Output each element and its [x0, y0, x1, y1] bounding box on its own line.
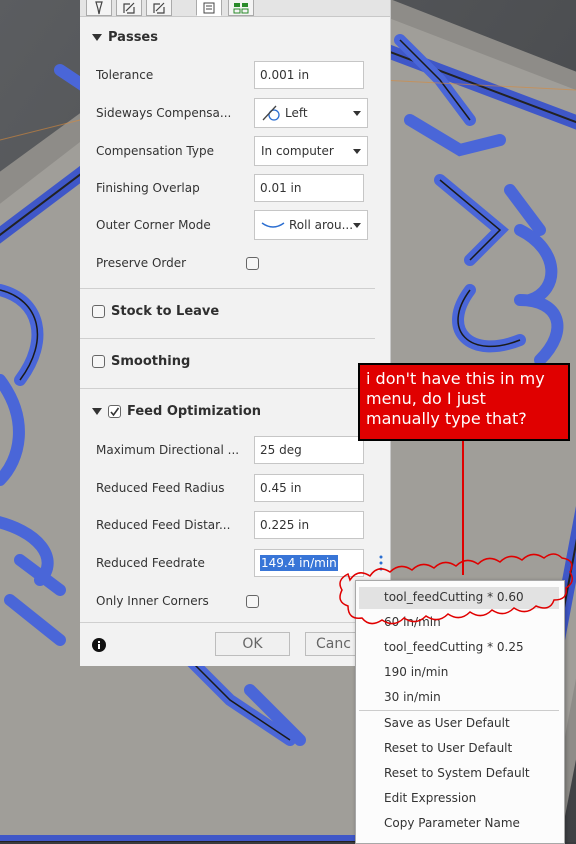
heights-icon — [153, 2, 165, 14]
sideways-label: Sideways Compensa... — [96, 106, 232, 120]
stock-to-leave-label: Stock to Leave — [111, 304, 220, 319]
chevron-down-icon — [353, 149, 361, 154]
comp-type-select[interactable]: In computer — [254, 136, 368, 166]
stock-to-leave-header[interactable]: Stock to Leave — [92, 304, 219, 319]
info-icon[interactable] — [92, 638, 106, 652]
max-directional-input[interactable]: 25 deg — [254, 436, 364, 464]
copy-parameter-name-item[interactable]: Copy Parameter Name — [384, 816, 520, 830]
tolerance-row: Tolerance 0.001 in — [96, 59, 390, 91]
geometry-tab[interactable] — [116, 0, 142, 16]
save-as-user-default-item[interactable]: Save as User Default — [384, 716, 510, 730]
edit-expression-item[interactable]: Edit Expression — [384, 791, 476, 805]
finishing-overlap-label: Finishing Overlap — [96, 181, 200, 195]
reduced-feedrate-input[interactable]: 149.4 in/min — [254, 549, 364, 577]
finishing-overlap-row: Finishing Overlap 0.01 in — [96, 172, 390, 204]
chevron-down-icon — [353, 223, 361, 228]
menu-item[interactable]: 60 in/min — [384, 615, 441, 629]
divider — [80, 288, 375, 289]
comp-type-label: Compensation Type — [96, 144, 214, 158]
annotation-leader-line — [462, 441, 464, 575]
ok-button[interactable]: OK — [215, 632, 290, 656]
reduced-feed-distance-label: Reduced Feed Distar... — [96, 518, 231, 532]
annotation-note: i don't have this in my menu, do I just … — [358, 363, 570, 441]
tolerance-input[interactable]: 0.001 in — [254, 61, 364, 89]
reset-to-system-default-item[interactable]: Reset to System Default — [384, 766, 530, 780]
outer-corner-label: Outer Corner Mode — [96, 218, 211, 232]
reduced-feed-distance-input[interactable]: 0.225 in — [254, 511, 364, 539]
finishing-overlap-input[interactable]: 0.01 in — [254, 174, 364, 202]
operation-panel: Passes Tolerance 0.001 in Sideways Compe… — [80, 0, 391, 666]
preserve-order-row: Preserve Order — [96, 247, 390, 279]
comp-type-value: In computer — [261, 144, 334, 158]
only-inner-corners-checkbox[interactable] — [246, 594, 259, 608]
divider — [80, 338, 375, 339]
linking-tab[interactable] — [228, 0, 254, 16]
menu-item[interactable]: tool_feedCutting * 0.60 — [384, 590, 524, 604]
collapse-triangle-icon — [92, 408, 102, 415]
reduced-feed-radius-label: Reduced Feed Radius — [96, 481, 225, 495]
max-directional-row: Maximum Directional ... 25 deg — [96, 434, 390, 466]
parameter-context-menu: tool_feedCutting * 0.60 60 in/min tool_f… — [355, 580, 565, 844]
more-options-icon[interactable] — [378, 555, 384, 571]
only-inner-corners-row: Only Inner Corners — [96, 585, 390, 617]
reduced-feed-radius-input[interactable]: 0.45 in — [254, 474, 364, 502]
feed-optimization-label: Feed Optimization — [127, 404, 262, 419]
geometry-icon — [123, 2, 135, 14]
tool-tab[interactable] — [86, 0, 112, 16]
reduced-feedrate-label: Reduced Feedrate — [96, 556, 205, 570]
reduced-feed-distance-row: Reduced Feed Distar... 0.225 in — [96, 509, 390, 541]
outer-corner-value: Roll arou... — [289, 218, 354, 232]
preserve-order-label: Preserve Order — [96, 256, 187, 270]
reduced-feed-radius-row: Reduced Feed Radius 0.45 in — [96, 472, 390, 504]
sideways-select[interactable]: Left — [254, 98, 368, 128]
feed-optimization-checkbox[interactable] — [108, 405, 121, 418]
roll-around-icon — [261, 222, 285, 228]
max-directional-label: Maximum Directional ... — [96, 443, 238, 457]
menu-separator — [359, 710, 559, 711]
passes-title: Passes — [108, 30, 158, 45]
linking-icon — [233, 3, 249, 14]
smoothing-label: Smoothing — [111, 354, 191, 369]
outer-corner-select[interactable]: Roll arou... — [254, 210, 368, 240]
reset-to-user-default-item[interactable]: Reset to User Default — [384, 741, 512, 755]
reduced-feedrate-value: 149.4 in/min — [260, 555, 338, 571]
preserve-order-checkbox[interactable] — [246, 256, 259, 270]
smoothing-checkbox[interactable] — [92, 355, 105, 368]
tolerance-label: Tolerance — [96, 68, 154, 82]
tool-icon — [95, 1, 103, 15]
passes-tab[interactable] — [196, 0, 222, 16]
stock-to-leave-checkbox[interactable] — [92, 305, 105, 318]
divider — [80, 622, 390, 623]
left-compensation-icon — [262, 105, 280, 121]
chevron-down-icon — [353, 111, 361, 116]
collapse-triangle-icon — [92, 34, 102, 41]
comp-type-row: Compensation Type In computer — [96, 135, 390, 167]
menu-item[interactable]: 190 in/min — [384, 665, 448, 679]
divider — [80, 388, 375, 389]
sideways-value: Left — [285, 106, 308, 120]
passes-section-header[interactable]: Passes — [92, 30, 158, 45]
sideways-row: Sideways Compensa... Left — [96, 97, 390, 129]
tab-bar — [80, 0, 390, 17]
feed-optimization-header[interactable]: Feed Optimization — [92, 404, 261, 419]
checkmark-icon — [110, 407, 120, 417]
only-inner-corners-label: Only Inner Corners — [96, 594, 209, 608]
smoothing-header[interactable]: Smoothing — [92, 354, 190, 369]
heights-tab[interactable] — [146, 0, 172, 16]
outer-corner-row: Outer Corner Mode Roll arou... — [96, 209, 390, 241]
passes-icon — [203, 2, 215, 14]
reduced-feedrate-row: Reduced Feedrate 149.4 in/min — [96, 547, 390, 579]
menu-item[interactable]: 30 in/min — [384, 690, 441, 704]
menu-item[interactable]: tool_feedCutting * 0.25 — [384, 640, 524, 654]
